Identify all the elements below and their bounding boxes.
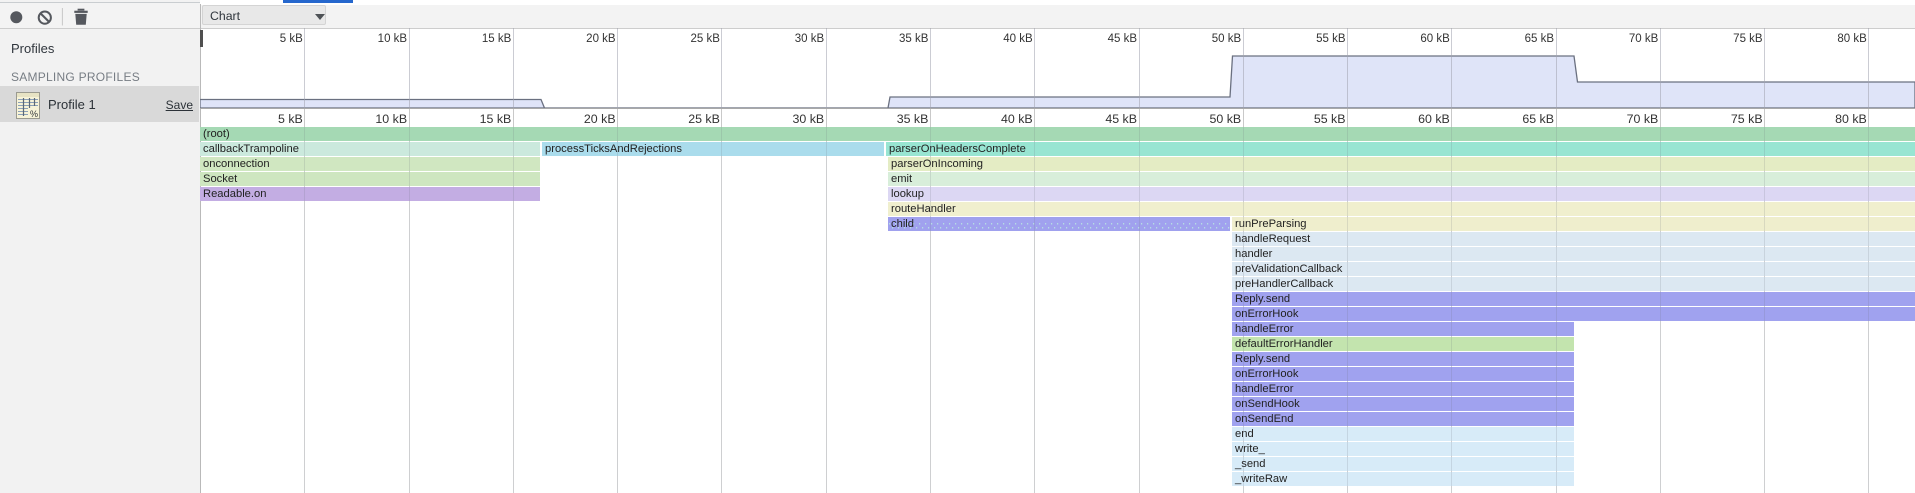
svg-text:%: % <box>30 109 38 119</box>
